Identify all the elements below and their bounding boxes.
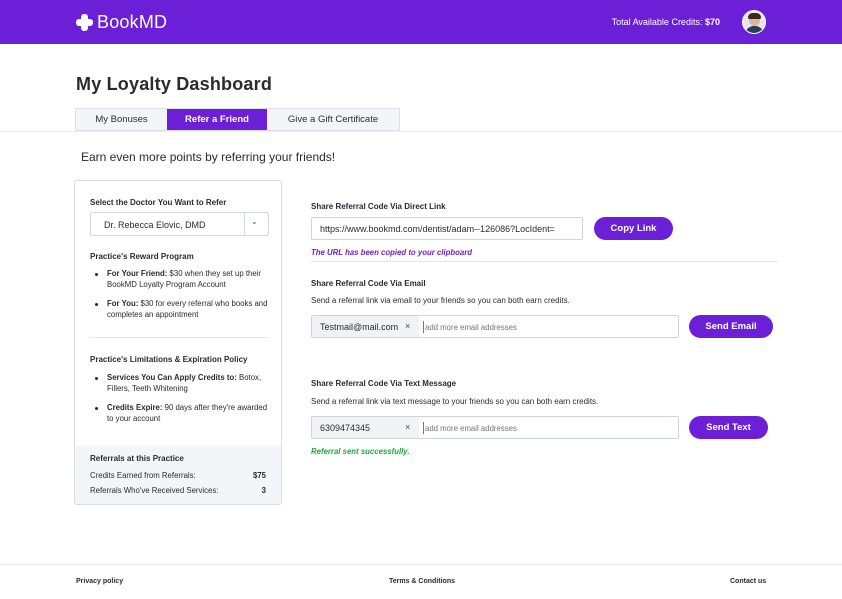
email-share-description: Send a referral link via email to your f…: [311, 296, 570, 305]
page-title: My Loyalty Dashboard: [76, 74, 273, 94]
avatar-body: [745, 26, 764, 33]
tab-give-gift-certificate[interactable]: Give a Gift Certificate: [267, 109, 399, 130]
referrals-title: Referrals at this Practice: [90, 454, 184, 463]
text-sent-confirmation: Referral sent successfully.: [311, 447, 410, 456]
contact-us-link[interactable]: Contact us: [730, 578, 766, 585]
text-share-description: Send a referral link via text message to…: [311, 397, 599, 406]
credits-value: $70: [704, 17, 720, 27]
phone-chip: 6309474345 ×: [312, 417, 419, 438]
copy-link-button[interactable]: Copy Link: [594, 217, 673, 240]
email-chip: Testmail@mail.com ×: [312, 316, 419, 337]
chevron-down-icon[interactable]: ⌄: [251, 217, 258, 226]
referral-url-field[interactable]: https://www.bookmd.com/dentist/adam--126…: [311, 217, 583, 240]
limit-item-expire: Credits Expire: 90 days after they're aw…: [95, 403, 270, 424]
email-chip-label: Testmail@mail.com: [320, 322, 399, 332]
referral-info-card: Select the Doctor You Want to Refer Dr. …: [74, 180, 282, 505]
doctor-select-label: Select the Doctor You Want to Refer: [90, 198, 227, 207]
send-email-button[interactable]: Send Email: [689, 315, 773, 338]
tabs-divider: [0, 131, 842, 132]
limitations-title: Practice's Limitations & Expiration Poli…: [90, 355, 248, 364]
terms-link[interactable]: Terms & Conditions: [389, 578, 455, 585]
send-text-button[interactable]: Send Text: [689, 416, 768, 439]
text-cursor: [423, 321, 424, 333]
card-divider: [90, 337, 268, 338]
phone-chip-label: 6309474345: [320, 423, 371, 433]
reward-item-you-label: For You:: [107, 299, 139, 308]
phone-add-input[interactable]: [425, 424, 625, 433]
copy-confirmation: The URL has been copied to your clipboar…: [311, 248, 473, 257]
section-divider: [311, 261, 778, 262]
footer-divider: [0, 564, 842, 565]
medical-cross-icon: [76, 13, 93, 31]
stat-referrals-serviced: Referrals Who've Received Services: 3: [90, 486, 266, 495]
email-add-input[interactable]: [425, 323, 625, 332]
brand-name: BookMD: [97, 11, 168, 32]
selected-doctor: Dr. Rebecca Elovic, DMD: [104, 220, 206, 230]
stat-value: $75: [252, 471, 266, 480]
credits-label: Total Available Credits:: [611, 17, 703, 27]
privacy-policy-link[interactable]: Privacy policy: [76, 578, 123, 585]
total-credits: Total Available Credits: $70: [612, 17, 720, 27]
page-subtitle: Earn even more points by referring your …: [81, 150, 336, 164]
avatar-hair: [748, 13, 761, 19]
close-icon[interactable]: ×: [405, 422, 410, 432]
stat-value: 3: [261, 486, 266, 495]
top-bar: BookMD Total Available Credits: $70: [0, 0, 842, 44]
limit-item-expire-label: Credits Expire:: [107, 403, 163, 412]
stat-label: Referrals Who've Received Services:: [90, 486, 219, 495]
limit-item-services: Services You Can Apply Credits to: Botox…: [95, 373, 270, 394]
stat-credits-earned: Credits Earned from Referrals: $75: [90, 471, 266, 480]
doctor-select[interactable]: Dr. Rebecca Elovic, DMD ⌄: [90, 212, 269, 236]
text-cursor: [423, 422, 424, 434]
close-icon[interactable]: ×: [405, 321, 410, 331]
email-recipients-input[interactable]: Testmail@mail.com ×: [311, 315, 679, 338]
reward-item-you: For You: $30 for every referral who book…: [95, 299, 270, 320]
direct-link-title: Share Referral Code Via Direct Link: [311, 202, 446, 211]
stat-label: Credits Earned from Referrals:: [90, 471, 196, 480]
phone-recipients-input[interactable]: 6309474345 ×: [311, 416, 679, 439]
user-avatar[interactable]: [742, 10, 766, 34]
limit-item-services-label: Services You Can Apply Credits to:: [107, 373, 237, 382]
tab-refer-a-friend[interactable]: Refer a Friend: [167, 109, 267, 130]
brand-logo[interactable]: BookMD: [76, 11, 168, 32]
reward-program-title: Practice's Reward Program: [90, 252, 194, 261]
dashboard-tabs: My Bonuses Refer a Friend Give a Gift Ce…: [75, 108, 400, 131]
email-share-title: Share Referral Code Via Email: [311, 279, 426, 288]
text-share-title: Share Referral Code Via Text Message: [311, 379, 457, 388]
reward-item-friend-label: For Your Friend:: [107, 269, 168, 278]
reward-item-friend: For Your Friend: $30 when they set up th…: [95, 269, 270, 290]
tab-my-bonuses[interactable]: My Bonuses: [76, 109, 167, 130]
select-divider: [244, 213, 245, 235]
referrals-summary: Referrals at this Practice Credits Earne…: [75, 446, 281, 504]
